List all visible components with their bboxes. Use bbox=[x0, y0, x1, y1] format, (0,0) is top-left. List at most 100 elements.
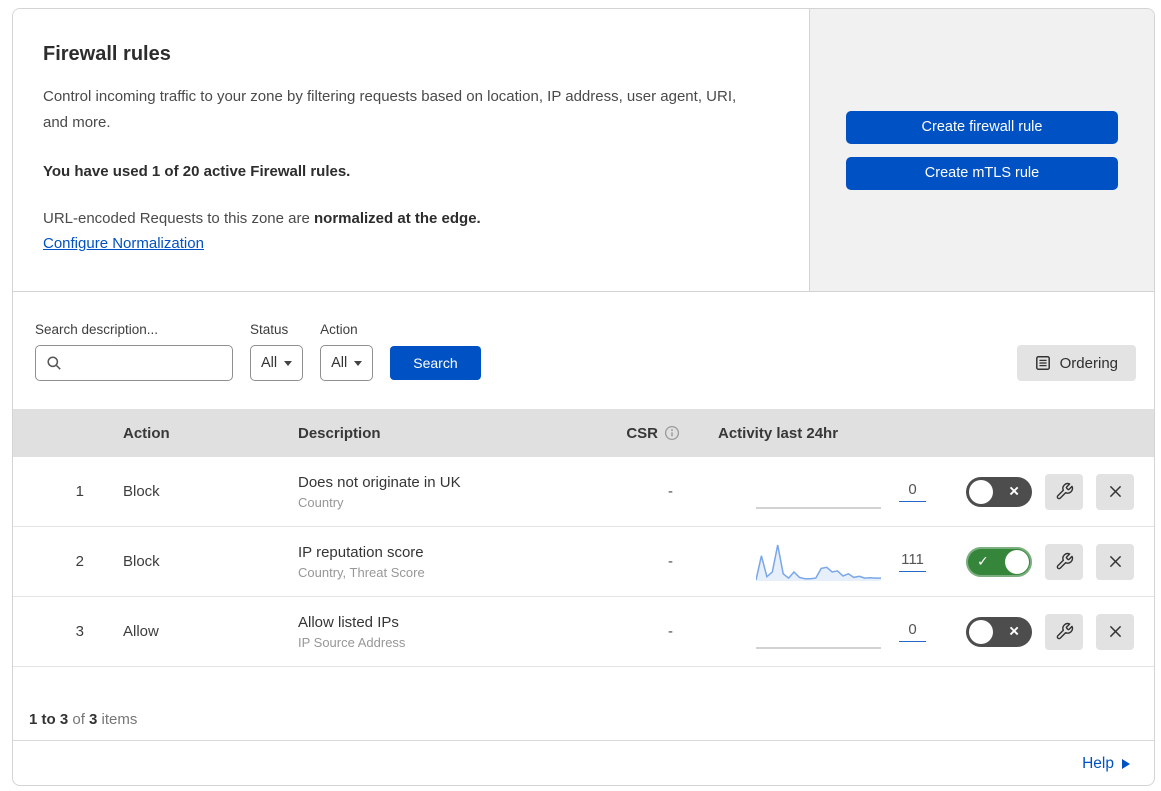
status-toggle[interactable]: ✓ × bbox=[966, 476, 1032, 507]
create-firewall-rule-button[interactable]: Create firewall rule bbox=[846, 110, 1118, 144]
ordering-button[interactable]: Ordering bbox=[1016, 345, 1136, 381]
rule-description-text: Allow listed IPs bbox=[298, 613, 399, 631]
usage-note: You have used 1 of 20 active Firewall ru… bbox=[43, 162, 351, 180]
normalization-text: URL-encoded Requests to this zone are bbox=[43, 209, 314, 227]
action-filter-value: All bbox=[331, 355, 348, 371]
rule-controls: ✓ × bbox=[938, 473, 1154, 510]
edit-rule-button[interactable] bbox=[1045, 473, 1083, 510]
actions-panel: Create firewall rule Create mTLS rule bbox=[810, 9, 1154, 291]
x-icon: × bbox=[1009, 621, 1019, 641]
items-of: of bbox=[68, 711, 90, 728]
table-row: 1 Block Does not originate in UK Country… bbox=[13, 457, 1154, 527]
create-mtls-rule-button[interactable]: Create mTLS rule bbox=[846, 156, 1118, 190]
normalization-note: URL-encoded Requests to this zone are no… bbox=[43, 210, 749, 227]
search-label: Search description... bbox=[35, 322, 159, 337]
header-description: Description bbox=[298, 424, 381, 442]
page-description: Control incoming traffic to your zone by… bbox=[43, 88, 737, 132]
search-input[interactable] bbox=[68, 355, 224, 371]
status-filter-value: All bbox=[261, 355, 278, 371]
help-link[interactable]: Help bbox=[1082, 755, 1130, 773]
x-icon: × bbox=[1009, 481, 1019, 501]
rule-activity: 0 bbox=[683, 471, 938, 513]
header-csr: CSR bbox=[598, 425, 683, 442]
status-toggle[interactable]: ✓ × bbox=[966, 616, 1032, 647]
top-section: Firewall rules Control incoming traffic … bbox=[13, 9, 1154, 292]
rule-description: Allow listed IPs IP Source Address bbox=[283, 614, 598, 650]
search-group: Search description... bbox=[35, 322, 233, 381]
action-filter-select[interactable]: All bbox=[320, 345, 374, 381]
header-activity: Activity last 24hr bbox=[718, 424, 839, 442]
rule-fields: IP Source Address bbox=[298, 634, 406, 650]
configure-normalization-link[interactable]: Configure Normalization bbox=[43, 235, 204, 252]
status-filter-select[interactable]: All bbox=[250, 345, 304, 381]
rule-controls: ✓ × bbox=[938, 613, 1154, 650]
rule-activity: 111 bbox=[683, 541, 938, 583]
rule-action: Block bbox=[123, 553, 160, 570]
delete-rule-button[interactable] bbox=[1096, 473, 1134, 510]
info-icon[interactable] bbox=[664, 425, 680, 441]
help-bar: Help bbox=[13, 741, 1154, 785]
rule-csr: - bbox=[668, 623, 673, 640]
items-label: items bbox=[97, 711, 138, 728]
edit-rule-button[interactable] bbox=[1045, 543, 1083, 580]
close-icon bbox=[1109, 485, 1121, 498]
rule-controls: ✓ × bbox=[938, 543, 1154, 580]
firewall-rules-page: Firewall rules Control incoming traffic … bbox=[0, 0, 1161, 791]
items-range: 1 to 3 bbox=[29, 711, 69, 728]
chevron-down-icon bbox=[354, 360, 363, 366]
activity-count-link[interactable]: 0 bbox=[899, 621, 926, 642]
action-filter-group: Action All bbox=[320, 322, 374, 381]
delete-rule-button[interactable] bbox=[1096, 543, 1134, 580]
ordering-button-label: Ordering bbox=[1059, 354, 1118, 372]
rule-description: IP reputation score Country, Threat Scor… bbox=[283, 544, 598, 580]
rule-fields: Country, Threat Score bbox=[298, 564, 425, 580]
table-row: 2 Block IP reputation score Country, Thr… bbox=[13, 527, 1154, 597]
table-header: Action Description CSR Activity last 24h… bbox=[13, 409, 1154, 457]
wrench-icon bbox=[1056, 552, 1073, 570]
rule-fields: Country bbox=[298, 494, 344, 510]
chevron-right-icon bbox=[1122, 759, 1130, 769]
search-button[interactable]: Search bbox=[390, 346, 481, 380]
wrench-icon bbox=[1056, 622, 1073, 640]
rule-description-text: IP reputation score bbox=[298, 543, 424, 561]
ordering-list-icon bbox=[1035, 356, 1050, 370]
toggle-knob bbox=[969, 479, 993, 504]
firewall-rules-card: Firewall rules Control incoming traffic … bbox=[12, 8, 1155, 786]
filter-bar: Search description... Status All Action bbox=[13, 292, 1154, 409]
table-row: 3 Allow Allow listed IPs IP Source Addre… bbox=[13, 597, 1154, 667]
search-icon bbox=[47, 356, 61, 370]
rule-priority: 3 bbox=[75, 623, 84, 640]
rule-action: Block bbox=[123, 483, 160, 500]
chevron-down-icon bbox=[284, 360, 293, 366]
status-filter-group: Status All bbox=[250, 322, 304, 381]
normalization-bold: normalized at the edge. bbox=[314, 209, 481, 227]
toggle-knob bbox=[1005, 549, 1029, 574]
activity-count-link[interactable]: 111 bbox=[899, 551, 926, 572]
status-filter-label: Status bbox=[250, 322, 289, 337]
rule-description-text: Does not originate in UK bbox=[298, 473, 461, 491]
rule-csr: - bbox=[668, 483, 673, 500]
activity-sparkline bbox=[756, 506, 881, 509]
header-csr-label: CSR bbox=[626, 424, 658, 442]
page-title: Firewall rules bbox=[43, 43, 171, 65]
delete-rule-button[interactable] bbox=[1096, 613, 1134, 650]
help-link-label: Help bbox=[1082, 755, 1114, 772]
action-filter-label: Action bbox=[320, 322, 358, 337]
header-action: Action bbox=[123, 424, 170, 442]
status-toggle[interactable]: ✓ × bbox=[966, 546, 1032, 577]
edit-rule-button[interactable] bbox=[1045, 613, 1083, 650]
rule-csr: - bbox=[668, 553, 673, 570]
rule-priority: 1 bbox=[75, 483, 84, 500]
activity-sparkline bbox=[756, 646, 881, 649]
items-count-footer: 1 to 3 of 3 items bbox=[13, 667, 1154, 741]
close-icon bbox=[1109, 625, 1121, 638]
rule-priority: 2 bbox=[75, 553, 84, 570]
check-icon: ✓ bbox=[977, 552, 989, 569]
wrench-icon bbox=[1056, 482, 1073, 500]
intro-panel: Firewall rules Control incoming traffic … bbox=[13, 9, 810, 291]
rule-description: Does not originate in UK Country bbox=[283, 474, 598, 510]
rule-action: Allow bbox=[123, 623, 159, 640]
activity-sparkline bbox=[756, 544, 881, 581]
activity-count-link[interactable]: 0 bbox=[899, 481, 926, 502]
search-box[interactable] bbox=[35, 345, 233, 381]
